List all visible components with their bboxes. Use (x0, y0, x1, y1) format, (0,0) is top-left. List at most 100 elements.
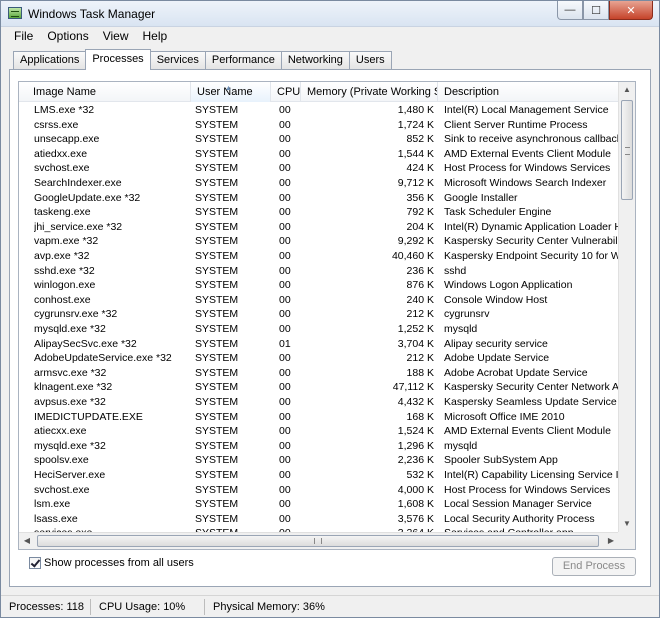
column-user-name[interactable]: ▲ User Name (191, 82, 271, 102)
cell-image-name: mysqld.exe *32 (34, 323, 106, 335)
table-row[interactable]: armsvc.exe *32 SYSTEM 00 188 K Adobe Acrobat… (19, 366, 619, 381)
table-row[interactable]: atiedxx.exe SYSTEM 00 1,544 K AMD External E… (19, 147, 619, 162)
tab-networking[interactable]: Networking (280, 51, 350, 69)
menu-options[interactable]: Options (40, 27, 95, 45)
status-processes: Processes: 118 (1, 598, 91, 615)
table-row[interactable]: spoolsv.exe SYSTEM 00 2,236 K Spooler SubSys… (19, 453, 619, 468)
grip-icon (625, 147, 630, 155)
menu-view[interactable]: View (96, 27, 136, 45)
cell-image-name: lsm.exe (34, 498, 71, 511)
cell-memory: 792 K (406, 206, 434, 219)
table-row[interactable]: jhi_service.exe *32 SYSTEM 00 204 K Intel(R)… (19, 220, 619, 235)
table-row[interactable]: csrss.exe SYSTEM 00 1,724 K Client Server Ru… (19, 118, 619, 133)
cell-user-name: SYSTEM (195, 337, 239, 350)
tab-processes[interactable]: Processes (85, 49, 151, 70)
horizontal-scrollbar[interactable]: ◀ ▶ (19, 532, 619, 549)
table-row[interactable]: AlipaySecSvc.exe *32 SYSTEM 01 3,704 K Alipa… (19, 337, 619, 352)
show-all-processes-toggle[interactable]: Show processes from all users (29, 557, 194, 569)
column-label: CPU (277, 86, 301, 98)
close-icon: ✕ (626, 4, 636, 17)
column-memory[interactable]: Memory (Private Working Set) (301, 82, 438, 102)
column-label: Description (444, 86, 500, 98)
show-all-checkbox[interactable] (29, 557, 41, 569)
table-row[interactable]: taskeng.exe SYSTEM 00 792 K Task Scheduler E… (19, 205, 619, 220)
vertical-scrollbar[interactable]: ▲ ▼ (618, 82, 635, 532)
table-row[interactable]: sshd.exe *32 SYSTEM 00 236 K sshd (19, 264, 619, 279)
table-row[interactable]: mysqld.exe *32 SYSTEM 00 1,252 K mysqld (19, 322, 619, 337)
table-row[interactable]: SearchIndexer.exe SYSTEM 00 9,712 K Microsof… (19, 176, 619, 191)
window-title: Windows Task Manager (28, 7, 156, 21)
show-all-label: Show processes from all users (44, 557, 194, 569)
cell-user-name: SYSTEM (195, 425, 239, 438)
close-button[interactable]: ✕ (609, 1, 653, 20)
cell-image-name: lsass.exe (34, 512, 78, 525)
table-row[interactable]: avpsus.exe *32 SYSTEM 00 4,432 K Kaspersky S… (19, 395, 619, 410)
scroll-up-icon[interactable]: ▲ (619, 82, 635, 98)
table-row[interactable]: HeciServer.exe SYSTEM 00 532 K Intel(R) Capa… (19, 468, 619, 483)
table-row[interactable]: lsm.exe SYSTEM 00 1,608 K Local Session Mana… (19, 497, 619, 512)
cell-memory: 9,712 K (397, 177, 434, 189)
tab-strip: Applications Processes Services Performa… (13, 49, 392, 70)
cell-user-name: SYSTEM (195, 512, 239, 525)
window-controls: — ☐ ✕ (557, 1, 653, 20)
title-bar[interactable]: Windows Task Manager — ☐ ✕ (1, 1, 659, 27)
cell-image-name: HeciServer.exe (34, 469, 106, 481)
table-row[interactable]: mysqld.exe *32 SYSTEM 00 1,296 K mysqld (19, 439, 619, 454)
table-row[interactable]: IMEDICTUPDATE.EXE SYSTEM 00 168 K Microsoft … (19, 410, 619, 425)
table-row[interactable]: unsecapp.exe SYSTEM 00 852 K Sink to receive… (19, 132, 619, 147)
minimize-icon: — (564, 4, 576, 16)
cell-cpu: 00 (279, 104, 291, 116)
table-row[interactable]: svchost.exe SYSTEM 00 4,000 K Host Process f… (19, 483, 619, 498)
menu-help[interactable]: Help (136, 27, 175, 45)
cell-image-name: winlogon.exe (34, 279, 96, 292)
scroll-right-icon[interactable]: ▶ (603, 533, 619, 549)
table-row[interactable]: conhost.exe SYSTEM 00 240 K Console Window H… (19, 293, 619, 308)
table-row[interactable]: lsass.exe SYSTEM 00 3,576 K Local Security A… (19, 512, 619, 527)
cell-description: AMD External Events Client Module (444, 147, 611, 160)
cell-user-name: SYSTEM (195, 191, 239, 204)
column-image-name[interactable]: Image Name (19, 82, 191, 102)
table-row[interactable]: atiecxx.exe SYSTEM 00 1,524 K AMD External E… (19, 424, 619, 439)
process-list[interactable]: Image Name ▲ User Name CPU Memory (Priva… (18, 81, 636, 550)
table-row[interactable]: avp.exe *32 SYSTEM 00 40,460 K Kaspersky End… (19, 249, 619, 264)
menu-file[interactable]: File (7, 27, 40, 45)
end-process-button[interactable]: End Process (552, 557, 636, 576)
tab-services[interactable]: Services (149, 51, 206, 69)
maximize-button[interactable]: ☐ (583, 1, 609, 20)
cell-cpu: 00 (279, 454, 291, 467)
cell-user-name: SYSTEM (195, 279, 239, 292)
table-row[interactable]: winlogon.exe SYSTEM 00 876 K Windows Logon A… (19, 278, 619, 293)
column-cpu[interactable]: CPU (271, 82, 301, 102)
vertical-scroll-thumb[interactable] (621, 100, 633, 200)
cell-memory: 40,460 K (391, 250, 434, 262)
cell-image-name: AlipaySecSvc.exe *32 (34, 337, 137, 350)
tab-users[interactable]: Users (348, 51, 392, 69)
cell-memory: 47,112 K (392, 381, 434, 394)
cell-user-name: SYSTEM (195, 366, 239, 379)
table-row[interactable]: GoogleUpdate.exe *32 SYSTEM 00 356 K Google … (19, 191, 619, 206)
cell-memory: 1,524 K (397, 425, 434, 438)
horizontal-scroll-thumb[interactable] (37, 535, 599, 547)
scroll-left-icon[interactable]: ◀ (19, 533, 35, 549)
cell-memory: 532 K (406, 469, 434, 481)
cell-cpu: 00 (279, 396, 291, 408)
table-row[interactable]: svchost.exe SYSTEM 00 424 K Host Process for… (19, 161, 619, 176)
minimize-button[interactable]: — (557, 1, 583, 20)
tab-performance[interactable]: Performance (204, 51, 282, 69)
cell-cpu: 00 (279, 469, 291, 481)
table-row[interactable]: AdobeUpdateService.exe *32 SYSTEM 00 212 K A… (19, 351, 619, 366)
table-row[interactable]: klnagent.exe *32 SYSTEM 00 47,112 K Kaspersk… (19, 380, 619, 395)
scroll-down-icon[interactable]: ▼ (619, 516, 635, 532)
table-row[interactable]: LMS.exe *32 SYSTEM 00 1,480 K Intel(R) Local… (19, 103, 619, 118)
cell-image-name: cygrunsrv.exe *32 (34, 308, 118, 321)
table-row[interactable]: cygrunsrv.exe *32 SYSTEM 00 212 K cygrunsrv (19, 307, 619, 322)
cell-cpu: 00 (279, 133, 291, 146)
cell-image-name: conhost.exe (34, 293, 91, 306)
column-description[interactable]: Description (438, 82, 619, 102)
cell-cpu: 00 (279, 220, 291, 233)
tab-applications[interactable]: Applications (13, 51, 87, 69)
cell-cpu: 00 (279, 118, 291, 131)
cell-cpu: 00 (279, 352, 291, 365)
cell-cpu: 00 (279, 206, 291, 219)
table-row[interactable]: vapm.exe *32 SYSTEM 00 9,292 K Kaspersky Sec… (19, 234, 619, 249)
